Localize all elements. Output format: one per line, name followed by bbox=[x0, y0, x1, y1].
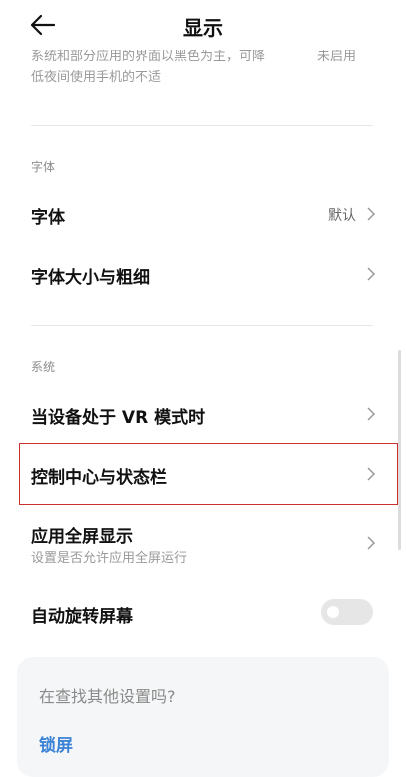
divider bbox=[31, 325, 373, 326]
dark-mode-description-line2: 低夜间使用手机的不适 bbox=[31, 70, 162, 85]
row-title: 应用全屏显示 bbox=[31, 527, 133, 547]
chevron-right-icon bbox=[367, 267, 376, 281]
list-item-font-size-weight[interactable]: 字体大小与粗细 bbox=[0, 245, 406, 303]
section-label-font: 字体 bbox=[31, 160, 56, 174]
row-subtitle: 设置是否允许应用全屏运行 bbox=[31, 551, 188, 566]
header: 显示 bbox=[0, 0, 406, 50]
row-title: 字体大小与粗细 bbox=[31, 268, 150, 288]
section-label-system: 系统 bbox=[31, 360, 56, 374]
chevron-right-icon bbox=[367, 536, 376, 550]
scrollbar[interactable] bbox=[398, 350, 401, 550]
suggestion-question: 在查找其他设置吗? bbox=[39, 687, 176, 706]
row-value: 默认 bbox=[328, 208, 356, 224]
chevron-right-icon bbox=[367, 467, 376, 481]
suggestion-link-lock-screen[interactable]: 锁屏 bbox=[39, 731, 73, 756]
row-title: 自动旋转屏幕 bbox=[31, 607, 133, 627]
chevron-right-icon bbox=[367, 207, 376, 221]
divider bbox=[31, 125, 373, 126]
row-title: 控制中心与状态栏 bbox=[31, 468, 167, 488]
page-title: 显示 bbox=[183, 16, 223, 40]
list-item-app-fullscreen[interactable]: 应用全屏显示 设置是否允许应用全屏运行 bbox=[0, 510, 406, 578]
row-title: 字体 bbox=[31, 208, 65, 228]
suggestion-card: 在查找其他设置吗? 锁屏 bbox=[17, 657, 389, 777]
row-title: 当设备处于 VR 模式时 bbox=[31, 408, 206, 428]
list-item-control-center-status-bar[interactable]: 控制中心与状态栏 bbox=[0, 445, 406, 503]
list-item-vr-mode[interactable]: 当设备处于 VR 模式时 bbox=[0, 385, 406, 443]
list-item-font[interactable]: 字体 默认 bbox=[0, 185, 406, 243]
auto-rotate-toggle[interactable] bbox=[321, 599, 373, 625]
chevron-right-icon bbox=[367, 407, 376, 421]
toggle-knob bbox=[327, 606, 339, 618]
